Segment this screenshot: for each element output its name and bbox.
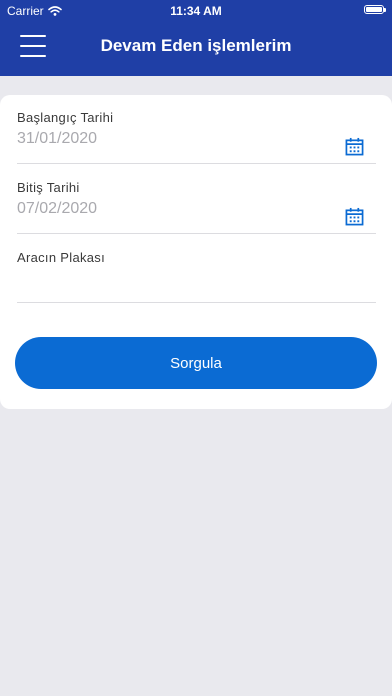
start-date-label: Başlangıç Tarihi [17, 110, 114, 125]
sorgula-button[interactable]: Sorgula [15, 337, 377, 389]
app-header: Carrier 11:34 AM Devam Eden işlemlerim [0, 0, 392, 76]
start-date-value[interactable]: 31/01/2020 [17, 130, 97, 148]
divider [17, 302, 376, 303]
page-title: Devam Eden işlemlerim [100, 36, 292, 55]
status-bar: Carrier 11:34 AM [0, 0, 392, 20]
plate-input[interactable] [17, 270, 357, 292]
status-time: 11:34 AM [170, 4, 222, 18]
end-date-field[interactable]: Bitiş Tarihi 07/02/2020 [17, 180, 376, 235]
divider [17, 233, 376, 234]
start-date-field[interactable]: Başlangıç Tarihi 31/01/2020 [17, 110, 376, 165]
end-date-value[interactable]: 07/02/2020 [17, 200, 97, 218]
battery-icon [364, 5, 386, 14]
divider [17, 163, 376, 164]
plate-field[interactable]: Aracın Plakası [17, 250, 376, 305]
query-form-card: Başlangıç Tarihi 31/01/2020 Bitiş Tarihi… [0, 95, 392, 409]
end-date-label: Bitiş Tarihi [17, 180, 80, 195]
plate-label: Aracın Plakası [17, 250, 106, 265]
calendar-icon[interactable] [345, 137, 364, 156]
calendar-icon[interactable] [345, 207, 364, 226]
nav-bar: Devam Eden işlemlerim [0, 20, 392, 76]
